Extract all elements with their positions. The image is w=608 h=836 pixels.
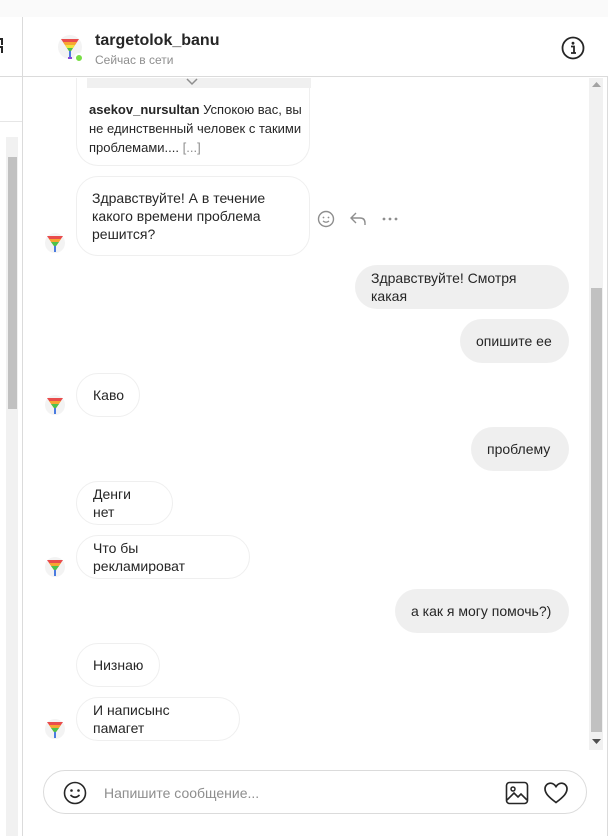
message-text: Что бы рекламироват [93, 540, 185, 574]
incoming-message[interactable]: Денги нет [76, 481, 173, 525]
message-text: Денги нет [93, 486, 131, 520]
message-text: Здравствуйте! Смотря какая [371, 270, 517, 304]
message-composer [43, 770, 587, 814]
outgoing-message[interactable]: опишите ее [460, 319, 569, 363]
message-text: а как я могу помочь?) [411, 603, 552, 619]
message-text: Каво [93, 387, 125, 403]
conversation-list-pane [0, 17, 23, 836]
online-status-dot [74, 53, 84, 63]
more-icon[interactable] [380, 209, 400, 229]
shared-post-caption: asekov_nursultan Успокою вас, вы не един… [89, 100, 303, 157]
thread-scroll-thumb[interactable] [591, 288, 602, 732]
message-text: Здравствуйте! А в течение какого времени… [92, 190, 266, 242]
outgoing-message[interactable]: Здравствуйте! Смотря какая [355, 265, 569, 309]
emoji-icon[interactable] [63, 781, 87, 805]
outgoing-message[interactable]: проблему [471, 427, 569, 471]
heart-icon[interactable] [543, 781, 569, 805]
shared-post-card[interactable]: asekov_nursultan Успокою вас, вы не един… [76, 78, 311, 166]
message-text: опишите ее [476, 333, 552, 349]
incoming-message[interactable]: Здравствуйте! А в течение какого времени… [76, 176, 310, 256]
sender-avatar-icon[interactable] [45, 718, 65, 742]
online-status-text: Сейчас в сети [95, 53, 174, 67]
chevron-down-icon [186, 78, 198, 86]
incoming-message[interactable]: Каво [76, 373, 140, 417]
message-text: проблему [487, 441, 551, 457]
chat-panel: targetolok_banu Сейчас в сети asekov_nur… [23, 17, 608, 836]
divider [0, 121, 22, 122]
incoming-message[interactable]: Низнаю [76, 643, 160, 687]
message-thread[interactable]: asekov_nursultan Успокою вас, вы не един… [23, 78, 608, 751]
smile-icon[interactable] [316, 209, 336, 229]
chat-username[interactable]: targetolok_banu [95, 32, 219, 50]
message-actions [316, 209, 406, 231]
message-text: И написынс памагет [93, 702, 170, 736]
incoming-message[interactable]: Что бы рекламироват [76, 535, 250, 579]
message-input[interactable] [104, 782, 484, 804]
sender-avatar-icon[interactable] [45, 394, 65, 418]
sender-avatar-icon[interactable] [45, 232, 65, 256]
chat-header: targetolok_banu Сейчас в сети [23, 17, 608, 77]
shared-post-username[interactable]: asekov_nursultan [89, 102, 200, 117]
photo-icon[interactable] [505, 781, 529, 805]
conversation-list-scroll-thumb[interactable] [8, 157, 17, 409]
sender-avatar-icon[interactable] [45, 556, 65, 580]
message-text: Низнаю [93, 657, 144, 673]
scroll-up-arrow-icon[interactable] [592, 81, 601, 88]
shared-post-more[interactable]: [...] [183, 140, 201, 155]
reply-icon[interactable] [348, 209, 368, 229]
new-message-icon[interactable] [0, 37, 4, 55]
info-icon[interactable] [561, 36, 585, 60]
incoming-message[interactable]: И написынс памагет [76, 697, 240, 741]
scroll-down-arrow-icon[interactable] [592, 738, 601, 745]
outgoing-message[interactable]: а как я могу помочь?) [395, 589, 569, 633]
conversation-list-header [0, 17, 22, 77]
shared-post-image [87, 78, 311, 88]
